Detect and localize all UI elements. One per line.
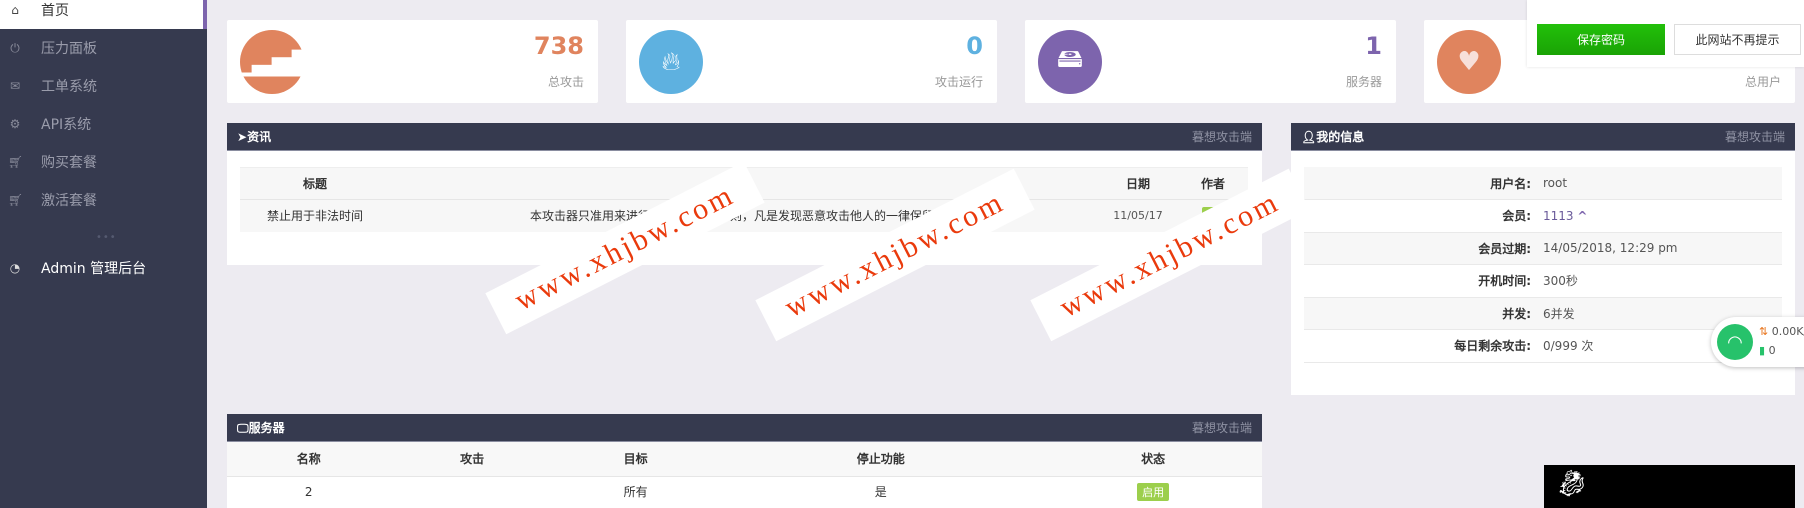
news-title: 禁止用于非法时间 [266,209,363,224]
column-header: 停止功能 [856,452,905,467]
stat-card-servers: 🖴︎ 1 服务器 [1025,20,1396,103]
column-header: 攻击 [460,452,485,467]
panel-title: 资讯 [247,130,272,144]
sidebar-item-panel[interactable]: ⏻ 压力面板 [0,29,207,67]
fire-icon: 🔥︎ [639,30,703,94]
save-password-button[interactable]: 保存密码 [1537,24,1665,55]
sidebar-item-activate[interactable]: 🛒︎ 激活套餐 [0,181,207,219]
hdd-icon: 🖴︎ [1038,30,1102,94]
never-for-site-button[interactable]: 此网站不再提示 [1674,24,1801,55]
stat-card-total-attacks: ▁▃▅▇ 738 总攻击 [227,20,598,103]
server-attack [390,476,553,507]
news-header: ➤资讯 暮想攻击端 [227,123,1262,151]
dashboard-icon: ◔ [9,261,21,275]
info-label: 用户名: [1490,176,1531,191]
info-value: 1113 ^ [1543,200,1782,233]
column-header: 标题 [302,177,327,191]
panel-title: 服务器 [248,421,285,435]
sidebar-divider: ••• [96,232,117,243]
panel-subtitle: 暮想攻击端 [1191,130,1252,144]
panel-subtitle: 暮想攻击端 [1191,421,1252,435]
sidebar-item-label: Admin 管理后台 [41,261,147,277]
column-header: 目标 [623,452,648,467]
sidebar-item-buy[interactable]: 🛒︎ 购买套餐 [0,143,207,181]
sidebar-item-label: 工单系统 [41,79,97,95]
server-target: 所有 [623,485,648,500]
sidebar-item-label: API系统 [41,117,92,133]
column-header: 日期 [1125,177,1150,191]
sidebar-item-label: 购买套餐 [41,155,97,171]
stat-label: 服务器 [1345,75,1382,89]
signal-icon: ▁▃▅▇ [232,30,312,94]
sidebar-item-label: 激活套餐 [41,193,97,209]
battery-icon: ▮ [1759,344,1766,357]
power-icon: ⏻ [10,40,20,55]
info-label: 会员过期: [1478,241,1531,256]
server-stop: 是 [874,485,887,500]
panel-subtitle: 暮想攻击端 [1724,130,1785,144]
member-level: 1113 [1543,208,1574,223]
column-header: 状态 [1141,452,1166,467]
info-value: 14/05/2018, 12:29 pm [1543,241,1678,256]
column-header: 名称 [296,452,321,467]
info-header: 👤︎我的信息 暮想攻击端 [1291,123,1795,151]
info-label: 开机时间: [1478,274,1531,289]
stat-value: 1 [1365,32,1382,60]
info-row: 开机时间: 300秒 [1304,265,1782,297]
info-label: 并发: [1502,306,1531,321]
info-row: 会员过期: 14/05/2018, 12:29 pm [1304,232,1782,265]
sidebar-item-api[interactable]: ⚙ API系统 [0,105,207,143]
info-row: 并发: 6并发 [1304,297,1782,330]
stat-value: 738 [533,32,584,60]
info-value: root [1543,176,1568,190]
envelope-icon: ✉ [9,79,21,93]
sidebar-item-label: 首页 [41,3,69,19]
heart-icon: ♥ [1437,30,1501,94]
gears-icon: ⚙ [9,117,21,131]
user-icon: 👤︎ [1301,130,1317,144]
server-name: 2 [304,484,313,499]
net-count: 0 [1768,344,1776,357]
table-row[interactable]: 2 所有 是 启用 [227,476,1262,507]
transfer-icon: ⇅ [1759,325,1769,338]
sidebar: ⌂ 首页 ⏻ 压力面板 ✉ 工单系统 ⚙ API系统 🛒︎ 购买套餐 🛒︎ 激活套餐 •••… [0,0,207,508]
stat-label: 总用户 [1744,75,1781,89]
servers-panel: 🖵︎服务器 暮想攻击端 名称 攻击 目标 停止功能 状态 2 所有 是 启用 [227,414,1262,508]
panel-title: 我的信息 [1316,130,1365,144]
info-label: 会员: [1502,209,1531,224]
sidebar-item-admin[interactable]: ◔ Admin 管理后台 [0,249,207,287]
network-widget[interactable]: ◠ ⇅ 0.00K/ ▮ 0 [1711,317,1804,367]
info-value: 300秒 [1543,274,1578,289]
stat-label: 攻击运行 [934,75,983,89]
monitor-icon: 🖵︎ [237,421,249,435]
cart-icon: 🛒︎ [8,193,24,207]
wifi-icon: ◠ [1717,324,1753,360]
save-password-popup: 保存密码 此网站不再提示 [1527,0,1804,67]
server-status: 启用 [1044,476,1262,507]
home-icon: ⌂ [11,3,19,17]
net-speed: 0.00K/ [1771,325,1804,338]
stat-value: 0 [966,32,983,60]
sidebar-item-label: 压力面板 [41,41,97,57]
dragon-icon: 🐉︎ [1554,469,1588,499]
news-date: 11/05/17 [1113,209,1163,223]
sidebar-item-tickets[interactable]: ✉ 工单系统 [0,67,207,105]
forum-logo: 🐉︎ [1544,465,1795,508]
info-label: 每日剩余攻击: [1454,339,1531,354]
sidebar-item-home[interactable]: ⌂ 首页 [0,0,207,29]
stat-card-running: 🔥︎ 0 攻击运行 [626,20,997,103]
cart-icon: 🛒︎ [8,155,24,169]
info-row: 用户名: root [1304,167,1782,200]
servers-header: 🖵︎服务器 暮想攻击端 [227,414,1262,442]
paper-plane-icon: ➤ [237,130,248,144]
info-table: 用户名: root 会员: 1113 ^ 会员过期: 14/05/2018, 12:2… [1304,167,1782,363]
status-badge: 启用 [1137,482,1170,501]
stat-label: 总攻击 [547,75,584,89]
info-row: 会员: 1113 ^ [1304,200,1782,233]
chevron-up-icon: ^ [1577,208,1588,223]
servers-table: 名称 攻击 目标 停止功能 状态 2 所有 是 启用 [227,442,1262,507]
